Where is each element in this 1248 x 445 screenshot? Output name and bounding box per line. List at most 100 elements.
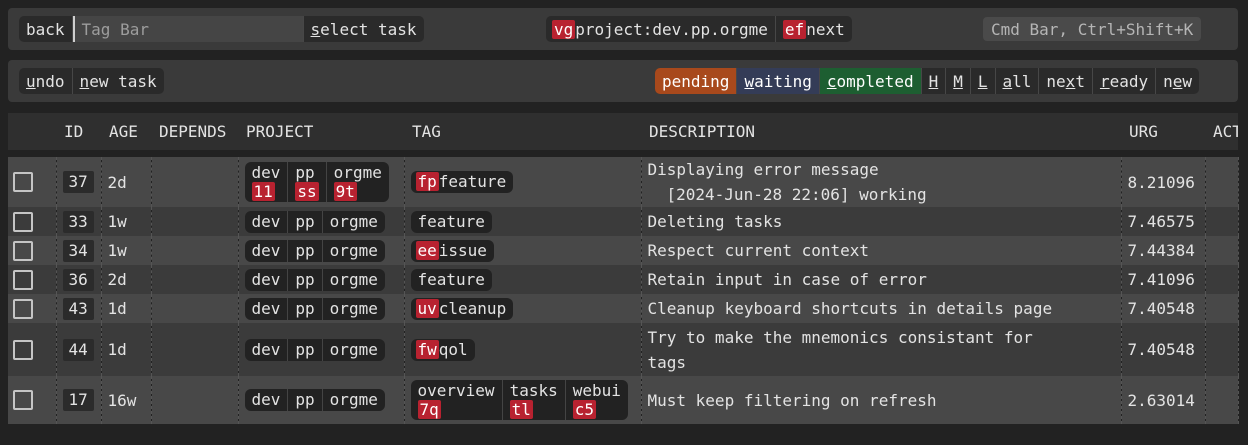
task-id[interactable]: 34 — [62, 239, 94, 262]
project-chip[interactable]: dev — [245, 338, 289, 361]
tag-chip-label: overview — [417, 381, 495, 400]
task-checkbox[interactable] — [13, 390, 33, 411]
cmd-bar-input[interactable]: Cmd Bar, Ctrl+Shift+K — [983, 17, 1202, 41]
table-row[interactable]: 43 1d dev pp orgme uv cleanup Cleanup key… — [8, 294, 1239, 323]
task-id[interactable]: 36 — [62, 268, 94, 291]
project-chip[interactable]: pp — [288, 268, 323, 291]
select-column-header — [8, 113, 56, 157]
table-row[interactable]: 17 16w dev pp orgme overview 7q tasks tl w… — [8, 376, 1239, 424]
project-chip-label: pp — [295, 163, 315, 182]
task-description[interactable]: Displaying error message [2024-Jun-28 22:… — [641, 153, 1122, 207]
project-chip[interactable]: orgme 9t — [327, 162, 389, 202]
project-chip[interactable]: orgme — [323, 211, 385, 233]
tag-chip[interactable]: feature — [411, 211, 492, 233]
table-row[interactable]: 37 2d dev 11 pp ss orgme 9t fp feature Displ… — [8, 153, 1239, 207]
filter-low-button[interactable]: L — [971, 68, 996, 94]
project-chip[interactable]: dev — [245, 297, 289, 320]
task-id[interactable]: 44 — [62, 338, 94, 361]
tag-chip[interactable]: webui c5 — [566, 380, 628, 420]
table-row[interactable]: 44 1d dev pp orgme fw qol Try to make the… — [8, 323, 1239, 376]
project-chip[interactable]: pp — [288, 210, 323, 233]
task-description[interactable]: Respect current context — [641, 236, 1122, 265]
tag-chip[interactable]: tasks tl — [503, 380, 566, 420]
task-description[interactable]: Deleting tasks — [641, 207, 1122, 236]
tag-chips: feature — [410, 268, 492, 291]
task-checkbox[interactable] — [13, 269, 33, 290]
filter-waiting-button[interactable]: w aiting — [737, 68, 820, 94]
id-column-header[interactable]: ID — [56, 113, 101, 157]
context-project-filter[interactable]: vg project:dev.pp.orgme — [546, 16, 776, 42]
project-chips: dev pp orgme — [244, 268, 385, 291]
project-chip[interactable]: dev — [245, 239, 289, 262]
task-checkbox[interactable] — [13, 172, 33, 193]
task-age: 2d — [101, 153, 152, 207]
project-chips: dev pp orgme — [244, 338, 385, 361]
project-chip[interactable]: dev — [245, 210, 289, 233]
task-description[interactable]: Try to make the mnemonics consistant for… — [641, 323, 1122, 376]
new-task-button[interactable]: n ew task — [73, 68, 164, 94]
task-age: 16w — [101, 376, 152, 424]
filter-new-button[interactable]: new — [1156, 68, 1199, 94]
tag-chip[interactable]: ee issue — [411, 240, 494, 262]
tag-chip[interactable]: feature — [411, 269, 492, 291]
project-chip[interactable]: pp — [288, 338, 323, 361]
project-chip[interactable]: pp ss — [288, 162, 327, 202]
depends-column-header[interactable]: DEPENDS — [151, 113, 238, 157]
task-id[interactable]: 33 — [62, 210, 94, 233]
project-chip[interactable]: orgme — [323, 240, 385, 262]
project-chip[interactable]: dev — [245, 268, 289, 291]
task-checkbox[interactable] — [13, 298, 33, 319]
task-id[interactable]: 37 — [62, 171, 94, 193]
project-chip[interactable]: pp — [288, 389, 323, 411]
filter-medium-button[interactable]: M — [946, 68, 971, 94]
filter-pending-button[interactable]: pending — [655, 68, 738, 94]
tag-chip[interactable]: overview 7q — [411, 380, 503, 420]
tag-chip[interactable]: fp feature — [411, 171, 514, 193]
filter-next-button[interactable]: ne x t — [1039, 68, 1093, 94]
project-chip[interactable]: dev — [245, 389, 289, 411]
filter-all-button[interactable]: a ll — [996, 68, 1040, 94]
tag-chip[interactable]: uv cleanup — [411, 298, 514, 320]
context-next-filter[interactable]: ef next — [776, 16, 852, 42]
tag-chip[interactable]: fw qol — [411, 339, 475, 361]
urg-column-header[interactable]: URG — [1121, 113, 1205, 157]
task-checkbox[interactable] — [13, 339, 33, 360]
task-description[interactable]: Must keep filtering on refresh — [641, 376, 1122, 424]
description-column-header[interactable]: DESCRIPTION — [641, 113, 1121, 157]
task-actions-group: u ndo n ew task — [19, 68, 164, 94]
tag-chips: feature — [410, 210, 492, 233]
tag-bar-input[interactable]: Tag Bar — [72, 16, 304, 42]
task-id[interactable]: 43 — [62, 297, 94, 320]
filter-completed-button[interactable]: c ompleted — [819, 68, 922, 94]
task-checkbox[interactable] — [13, 211, 33, 232]
context-project-label: project:dev.pp.orgme — [575, 19, 768, 39]
filter-ready-button[interactable]: r eady — [1093, 68, 1157, 94]
select-task-button[interactable]: s elect task — [304, 16, 424, 42]
task-checkbox[interactable] — [13, 240, 33, 261]
undo-button[interactable]: u ndo — [19, 68, 73, 94]
tag-column-header[interactable]: TAG — [404, 113, 641, 157]
table-row[interactable]: 36 2d dev pp orgme feature Retain input … — [8, 265, 1239, 294]
project-chip[interactable]: pp — [288, 239, 323, 262]
task-actions — [1205, 236, 1239, 265]
tag-chips: fp feature — [410, 171, 514, 193]
project-chip[interactable]: orgme — [323, 339, 385, 361]
task-description[interactable]: Retain input in case of error — [641, 265, 1122, 294]
project-chip[interactable]: orgme — [323, 389, 385, 411]
task-description[interactable]: Cleanup keyboard shortcuts in details pa… — [641, 294, 1122, 323]
project-chip[interactable]: dev 11 — [245, 162, 289, 202]
context-next-label: next — [806, 19, 845, 39]
task-id[interactable]: 17 — [62, 389, 94, 411]
age-column-header[interactable]: AGE — [101, 113, 151, 157]
filter-high-button[interactable]: H — [922, 68, 947, 94]
table-row[interactable]: 33 1w dev pp orgme feature Deleting task… — [8, 207, 1239, 236]
project-chip-key: ss — [295, 182, 319, 201]
project-chip[interactable]: pp — [288, 297, 323, 320]
project-chip[interactable]: orgme — [323, 298, 385, 320]
project-chip[interactable]: orgme — [323, 269, 385, 291]
table-row[interactable]: 34 1w dev pp orgme ee issue Respect curre… — [8, 236, 1239, 265]
tag-chips: fw qol — [410, 338, 475, 361]
back-button[interactable]: back — [19, 16, 73, 42]
project-column-header[interactable]: PROJECT — [238, 113, 404, 157]
navigation-group: back Tag Bar s elect task — [19, 16, 424, 42]
